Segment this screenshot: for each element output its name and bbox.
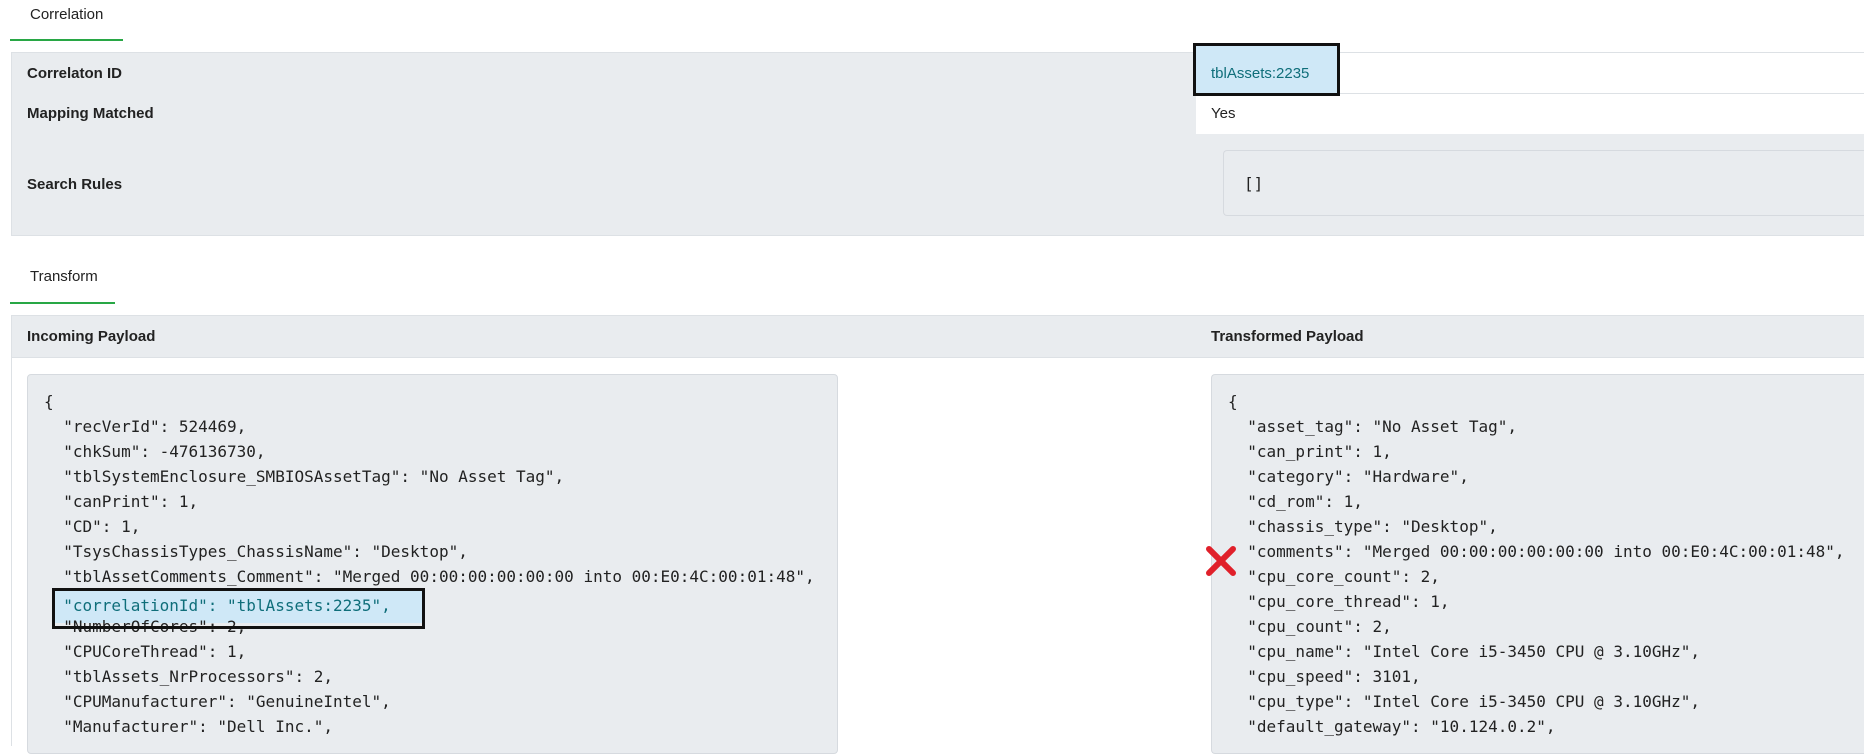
tab-transform[interactable]: Transform [12,266,116,292]
search-rules-code-box: [] [1223,150,1864,216]
correlation-id-line-highlight [52,588,425,629]
code-line: "TsysChassisTypes_ChassisName": "Desktop… [44,542,468,561]
code-line: "comments": "Merged 00:00:00:00:00:00 in… [1228,542,1845,561]
code-line: "can_print": 1, [1228,442,1392,461]
incoming-payload-code: { "recVerId": 524469, "chkSum": -4761367… [27,374,838,754]
correlation-id-highlight-box [1193,43,1340,96]
code-line: "chassis_type": "Desktop", [1228,517,1498,536]
code-line: "cpu_core_count": 2, [1228,567,1440,586]
transform-header-row: Incoming Payload Transformed Payload [12,316,1864,358]
search-rules-row: Search Rules [] [12,134,1864,235]
code-line: "Manufacturer": "Dell Inc.", [44,717,333,736]
code-line: "tblAssets_NrProcessors": 2, [44,667,333,686]
incoming-payload-header: Incoming Payload [27,328,156,345]
search-rules-value-cell: [] [1196,134,1864,235]
code-line: "cpu_name": "Intel Core i5-3450 CPU @ 3.… [1228,642,1701,661]
code-line: "canPrint": 1, [44,492,199,511]
correlation-table: Correlaton ID tblAssets:2235 Mapping Mat… [11,52,1864,236]
code-line: "chkSum": -476136730, [44,442,266,461]
code-line: "CPUCoreThread": 1, [44,642,247,661]
code-line: "tblAssetComments_Comment": "Merged 00:0… [44,567,815,586]
code-line: "default_gateway": "10.124.0.2", [1228,717,1556,736]
mapping-matched-value: Yes [1211,105,1236,122]
correlation-id-row: Correlaton ID tblAssets:2235 [12,53,1864,94]
search-rules-label: Search Rules [12,134,1196,235]
tab-correlation[interactable]: Correlation [12,4,121,30]
mapping-matched-label: Mapping Matched [12,93,1196,134]
code-line: { [44,392,54,411]
mapping-matched-row: Mapping Matched Yes [12,93,1864,135]
code-line: "cpu_count": 2, [1228,617,1392,636]
code-line: "cpu_type": "Intel Core i5-3450 CPU @ 3.… [1228,692,1701,711]
tab-correlation-underline [10,39,123,41]
code-line: { [1228,392,1238,411]
code-line: "cd_rom": 1, [1228,492,1363,511]
code-line: "CD": 1, [44,517,141,536]
x-mark-icon [1206,546,1236,576]
code-line: "cpu_core_thread": 1, [1228,592,1450,611]
transformed-payload-code: { "asset_tag": "No Asset Tag", "can_prin… [1211,374,1864,754]
correlation-id-label: Correlaton ID [12,53,1196,93]
code-line: "CPUManufacturer": "GenuineIntel", [44,692,391,711]
code-line: "cpu_speed": 3101, [1228,667,1421,686]
code-line: "recVerId": 524469, [44,417,247,436]
code-line: "asset_tag": "No Asset Tag", [1228,417,1517,436]
code-line: "tblSystemEnclosure_SMBIOSAssetTag": "No… [44,467,565,486]
tab-transform-underline [10,302,115,304]
code-line: "category": "Hardware", [1228,467,1469,486]
transformed-payload-header: Transformed Payload [1211,328,1364,345]
